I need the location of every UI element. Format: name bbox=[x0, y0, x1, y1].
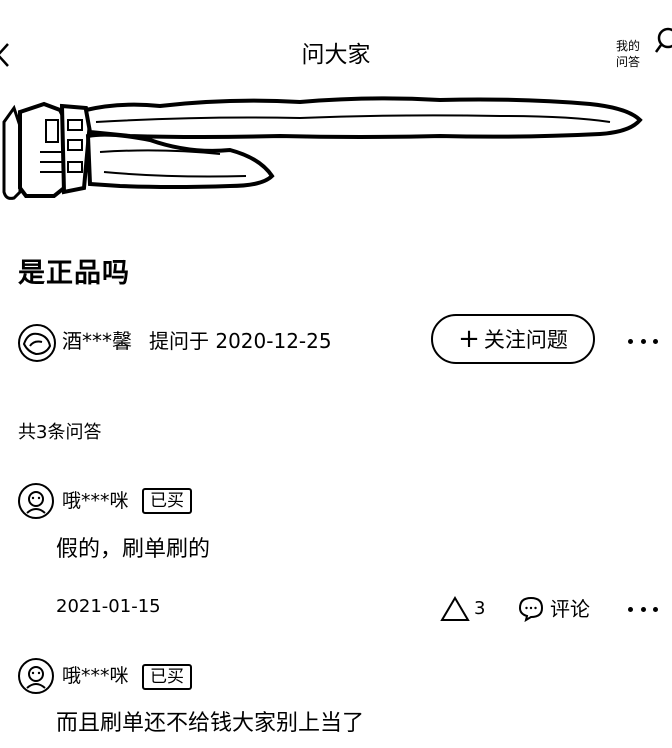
asked-date: 提问于 2020-12-25 bbox=[149, 329, 332, 353]
my-qa-label-line2: 问答 bbox=[615, 55, 640, 69]
plus-icon: + bbox=[458, 324, 480, 354]
answer-date: 2021-01-15 bbox=[56, 596, 161, 617]
bought-badge: 已买 bbox=[142, 488, 192, 514]
comment-icon[interactable] bbox=[518, 596, 544, 623]
avatar[interactable] bbox=[18, 658, 54, 694]
comment-button-label[interactable]: 评论 bbox=[550, 595, 590, 623]
product-image bbox=[0, 92, 672, 210]
asker-name[interactable]: 酒***馨 bbox=[62, 325, 132, 357]
like-icon[interactable] bbox=[440, 596, 470, 622]
more-icon[interactable] bbox=[628, 604, 658, 614]
my-qa-link[interactable]: 我的 问答 bbox=[606, 38, 650, 70]
avatar[interactable] bbox=[18, 324, 56, 362]
my-qa-label-line1: 我的 bbox=[615, 39, 640, 53]
follow-question-button[interactable]: + 关注问题 bbox=[431, 314, 595, 364]
answer-user-name[interactable]: 哦***咪 bbox=[62, 486, 129, 516]
answer-user-name[interactable]: 哦***咪 bbox=[62, 661, 129, 691]
search-icon[interactable] bbox=[652, 24, 672, 58]
follow-button-label: 关注问题 bbox=[483, 328, 568, 352]
answer-text: 假的，刷单刷的 bbox=[56, 537, 211, 562]
avatar[interactable] bbox=[18, 483, 54, 519]
answer-text: 而且刷单还不给钱大家别上当了 bbox=[56, 711, 365, 736]
question-title: 是正品吗 bbox=[18, 258, 130, 289]
page-title: 问大家 bbox=[301, 42, 371, 68]
bought-badge: 已买 bbox=[142, 664, 192, 690]
more-icon[interactable] bbox=[628, 336, 658, 346]
answer-count: 共3条问答 bbox=[18, 422, 102, 443]
like-count: 3 bbox=[474, 598, 486, 619]
